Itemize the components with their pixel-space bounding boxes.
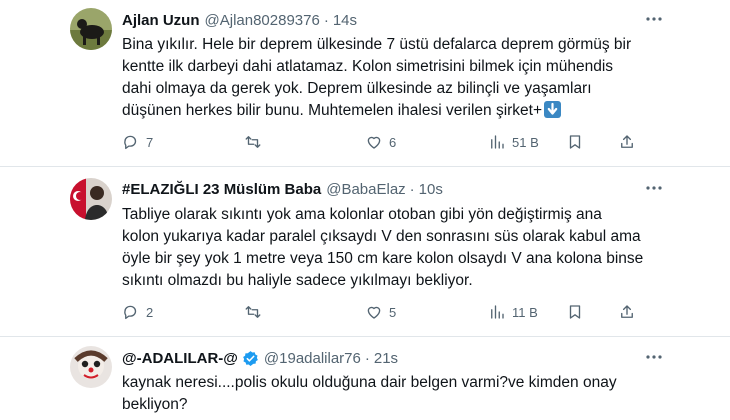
views-count: 11 B <box>512 304 538 320</box>
reply-icon <box>124 305 137 320</box>
timestamp[interactable]: 10s <box>419 181 443 198</box>
bookmark-button[interactable] <box>566 302 584 322</box>
retweet-button[interactable] <box>244 132 268 152</box>
more-options-icon[interactable] <box>644 9 664 29</box>
down-arrow-emoji-icon <box>544 101 562 118</box>
separator-dot: · <box>364 349 370 367</box>
retweet-icon <box>245 136 261 148</box>
share-icon <box>621 305 633 318</box>
retweet-button[interactable] <box>244 302 268 322</box>
retweet-icon <box>245 306 261 318</box>
avatar[interactable] <box>70 178 112 220</box>
share-icon <box>621 135 633 148</box>
like-count: 5 <box>389 304 397 320</box>
display-name[interactable]: Ajlan Uzun <box>122 12 200 29</box>
tweet-text-line: Bina yıkılır. Hele bir deprem ülkesinde … <box>122 36 632 53</box>
tweet-text: kaynak neresi....polis okulu olduğuna da… <box>122 372 617 416</box>
reply-count: 2 <box>146 304 154 320</box>
bookmark-icon <box>569 135 581 149</box>
timestamp[interactable]: 21s <box>374 350 398 367</box>
views-button[interactable]: 11 B <box>488 302 538 322</box>
like-button[interactable]: 6 <box>365 132 396 152</box>
reply-icon <box>124 135 137 150</box>
tweet-feed: Ajlan Uzun @Ajlan80289376 · 14s Bina yık… <box>0 0 730 420</box>
bookmark-icon <box>569 305 581 319</box>
user-handle[interactable]: @BabaElaz <box>326 181 405 198</box>
views-count: 51 B <box>512 134 539 150</box>
verified-badge-icon <box>242 350 259 367</box>
tweet-text-line: Tabliye olarak sıkıntı yok ama kolonlar … <box>122 206 602 223</box>
tweet-actions: 7 6 51 B <box>122 132 662 152</box>
analytics-icon <box>491 135 504 149</box>
separator-dot: · <box>323 11 329 29</box>
tweet-text-line: bekliyon? <box>122 396 188 413</box>
views-button[interactable]: 51 B <box>488 132 539 152</box>
timestamp[interactable]: 14s <box>333 12 357 29</box>
separator-dot: · <box>409 180 415 198</box>
heart-icon <box>367 136 381 149</box>
share-button[interactable] <box>618 302 636 322</box>
tweet-text-line: sıkıntı olmazdı bu haliyle sadece yıkılm… <box>122 272 473 289</box>
analytics-icon <box>491 305 504 319</box>
tweet-text-line: öyle bir şey yok 1 metre veya 150 cm kar… <box>122 250 644 267</box>
bookmark-button[interactable] <box>566 132 584 152</box>
tweet-header: Ajlan Uzun @Ajlan80289376 · 14s <box>122 9 357 31</box>
tweet-text: Bina yıkılır. Hele bir deprem ülkesinde … <box>122 34 632 122</box>
tweet-header: @-ADALILAR-@ @19adalilar76 · 21s <box>122 347 398 369</box>
tweet-text: Tabliye olarak sıkıntı yok ama kolonlar … <box>122 204 644 292</box>
reply-button[interactable]: 2 <box>122 302 153 322</box>
tweet-actions: 2 5 11 B <box>122 302 662 322</box>
tweet-text-line: kaynak neresi....polis okulu olduğuna da… <box>122 374 617 391</box>
heart-icon <box>367 306 381 319</box>
tweet-text-line: kolon yukarıya kadar paralel çıksaydı V … <box>122 228 641 245</box>
reply-count: 7 <box>146 134 154 150</box>
avatar[interactable] <box>70 346 112 388</box>
tweet-divider <box>0 166 730 167</box>
tweet-divider <box>0 336 730 337</box>
share-button[interactable] <box>618 132 636 152</box>
avatar[interactable] <box>70 8 112 50</box>
tweet-text-line: dahi olmaya da gerek yok. Deprem ülkesin… <box>122 80 592 97</box>
reply-button[interactable]: 7 <box>122 132 153 152</box>
tweet-header: #ELAZIĞLI 23 Müslüm Baba @BabaElaz · 10s <box>122 178 443 200</box>
more-options-icon[interactable] <box>644 347 664 367</box>
like-button[interactable]: 5 <box>365 302 396 322</box>
tweet-text-line: düşünen herkes bilir bunu. Muhtemelen ih… <box>122 102 543 119</box>
display-name[interactable]: @-ADALILAR-@ <box>122 350 238 367</box>
tweet-text-line: kentte ilk darbeyi dahi atlatamaz. Kolon… <box>122 58 614 75</box>
more-options-icon[interactable] <box>644 178 664 198</box>
display-name[interactable]: #ELAZIĞLI 23 Müslüm Baba <box>122 181 321 198</box>
user-handle[interactable]: @Ajlan80289376 <box>205 12 320 29</box>
user-handle[interactable]: @19adalilar76 <box>264 350 361 367</box>
like-count: 6 <box>389 134 397 150</box>
